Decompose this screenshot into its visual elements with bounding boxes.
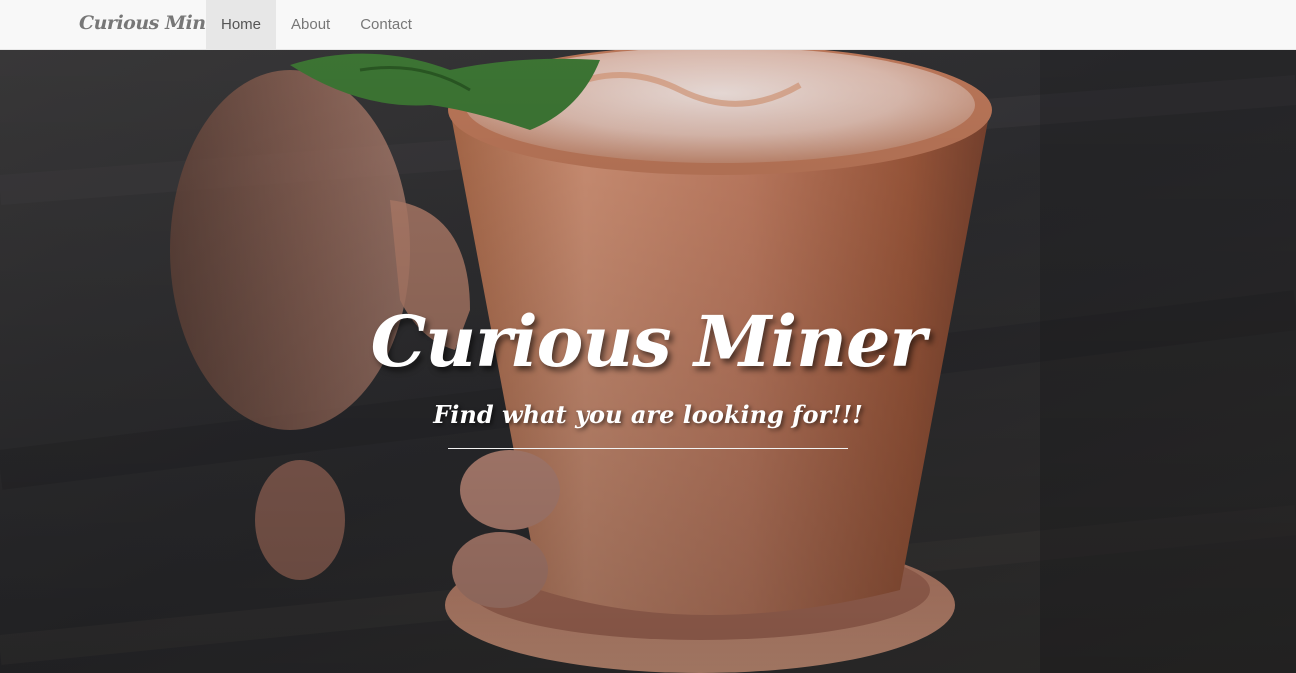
hero-divider [448, 448, 848, 449]
nav-link-contact[interactable]: Contact [345, 0, 427, 50]
nav-link-about[interactable]: About [276, 0, 345, 50]
hero-title: Curious Miner [370, 300, 927, 383]
nav-item-contact: Contact [345, 0, 427, 50]
hero-subtitle: Find what you are looking for!!! [433, 400, 863, 429]
nav-item-home: Home [206, 0, 277, 50]
brand-logo-link[interactable]: Curious Miner [79, 12, 227, 34]
nav-link-home[interactable]: Home [206, 0, 277, 50]
navbar: Curious Miner Home About Contact [0, 0, 1296, 50]
hero-section: Curious Miner Find what you are looking … [0, 50, 1296, 673]
nav-menu: Home About Contact [206, 0, 427, 50]
nav-item-about: About [276, 0, 345, 50]
